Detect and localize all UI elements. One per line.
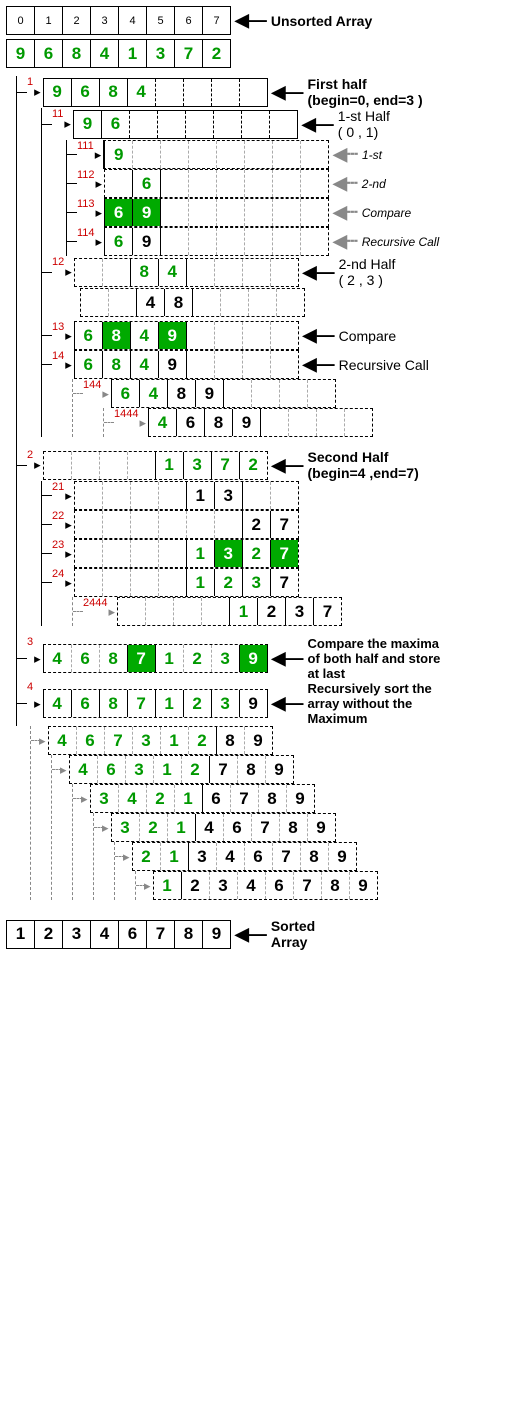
row-114: 69 (104, 227, 329, 256)
row-13: 6849 (74, 321, 299, 350)
row-12: 84 (74, 258, 299, 287)
row-4a: 46731289 (48, 726, 273, 755)
step-2444: 2444▸ 1237 (73, 597, 528, 626)
step-4: 4▸ 46871239 ◀— Recursively sort thearray… (17, 681, 528, 726)
subtree-11: 11▸ 96 ◀— 1-st Half( 0 , 1) 111▸ 9 ◀┄1-s… (41, 108, 528, 437)
step-1444: 1444▸ 4689 (104, 408, 528, 437)
row-144: 6489 (111, 379, 336, 408)
second-half-label: Second Half(begin=4 ,end=7) (308, 449, 419, 481)
sorted-label: SortedArray (271, 918, 315, 950)
step-23: 23▸ 1327 (42, 539, 528, 568)
sorted-row: 12346789 (6, 920, 231, 949)
half-11-label: 1-st Half( 0 , 1) (338, 108, 390, 140)
step-1: 1▸ 9684 ◀— First half(begin=0, end=3 ) (17, 76, 528, 108)
row-2: 1372 (43, 451, 268, 480)
row-11: 96 (73, 110, 298, 139)
lbl-compare-113: Compare (362, 206, 411, 220)
step-111: 111▸ 9 ◀┄1-st (67, 140, 528, 169)
step-144: 144▸ 6489 (73, 379, 528, 408)
row-2444: 1237 (117, 597, 342, 626)
recursive-sort-label: Recursively sort thearray without theMax… (308, 681, 432, 726)
step-113: 113▸ 69 ◀┄Compare (67, 198, 528, 227)
step-3: 3▸ 46871239 ◀— Compare the maximaof both… (17, 636, 528, 681)
unsorted-section: 01234567 ◀— Unsorted Array 96841372 (6, 6, 528, 68)
row-23: 1327 (74, 539, 299, 568)
row-12b: 48 (80, 288, 528, 317)
step-11: 11▸ 96 ◀— 1-st Half( 0 , 1) (42, 108, 528, 140)
row-4b: 46312789 (69, 755, 294, 784)
row-4: 46871239 (43, 689, 268, 718)
row-112: 6 (104, 169, 329, 198)
step-14: 14▸ 6849 ◀—Recursive Call (42, 350, 528, 379)
unsorted-label: Unsorted Array (271, 13, 372, 29)
lbl-compare-13: Compare (339, 328, 397, 344)
lbl-2nd: 2-nd (362, 177, 386, 191)
index-row: 01234567 (6, 6, 231, 35)
row-21: 13 (74, 481, 299, 510)
subtree-144: 144▸ 6489 1444▸ 4689 (72, 379, 528, 437)
row-14: 6849 (74, 350, 299, 379)
step-2: 2▸ 1372 ◀— Second Half(begin=4 ,end=7) (17, 449, 528, 481)
step-12: 12▸ 84 ◀— 2-nd Half( 2 , 3 ) (42, 256, 528, 288)
arrow-icon: ◀— (235, 924, 267, 945)
unsorted-row: 96841372 (6, 39, 231, 68)
step-22: 22▸ 27 (42, 510, 528, 539)
subtree-2: 21▸ 13 22▸ 27 23▸ 1327 24▸ 1237 2444▸ 12… (41, 481, 528, 626)
step-112: 112▸ 6 ◀┄2-nd (67, 169, 528, 198)
arrow-icon: ◀— (235, 10, 267, 31)
row-1444: 4689 (148, 408, 373, 437)
step-24: 24▸ 1237 (42, 568, 528, 597)
first-half-label: First half(begin=0, end=3 ) (308, 76, 423, 108)
row-4c: 34216789 (90, 784, 315, 813)
row-24: 1237 (74, 568, 299, 597)
step-21: 21▸ 13 (42, 481, 528, 510)
row-4d: 32146789 (111, 813, 336, 842)
final-cascade: ▸ 46731289 ▸ 46312789 ▸ 34216789 ▸ 32146… (30, 726, 528, 900)
lbl-rec-14: Recursive Call (339, 357, 429, 373)
compare-maxima-label: Compare the maximaof both half and store… (308, 636, 441, 681)
step-13: 13▸ 6849 ◀—Compare (42, 321, 528, 350)
row-4e: 21346789 (132, 842, 357, 871)
row-113: 69 (104, 198, 329, 227)
row-22: 27 (74, 510, 299, 539)
step-114: 114▸ 69 ◀┄Recursive Call (67, 227, 528, 256)
lbl-rec-114: Recursive Call (362, 235, 439, 249)
half-12-label: 2-nd Half( 2 , 3 ) (339, 256, 396, 288)
lbl-1st: 1-st (362, 148, 382, 162)
sorted-section: 12346789 ◀— SortedArray (6, 918, 528, 950)
row-4f: 12346789 (153, 871, 378, 900)
row-1: 9684 (43, 78, 268, 107)
row-111: 9 (103, 140, 329, 169)
subtree-111: 111▸ 9 ◀┄1-st 112▸ 6 ◀┄2-nd 113▸ 69 ◀┄Co… (66, 140, 528, 256)
row-3: 46871239 (43, 644, 268, 673)
first-half-tree: 1▸ 9684 ◀— First half(begin=0, end=3 ) 1… (16, 76, 528, 726)
